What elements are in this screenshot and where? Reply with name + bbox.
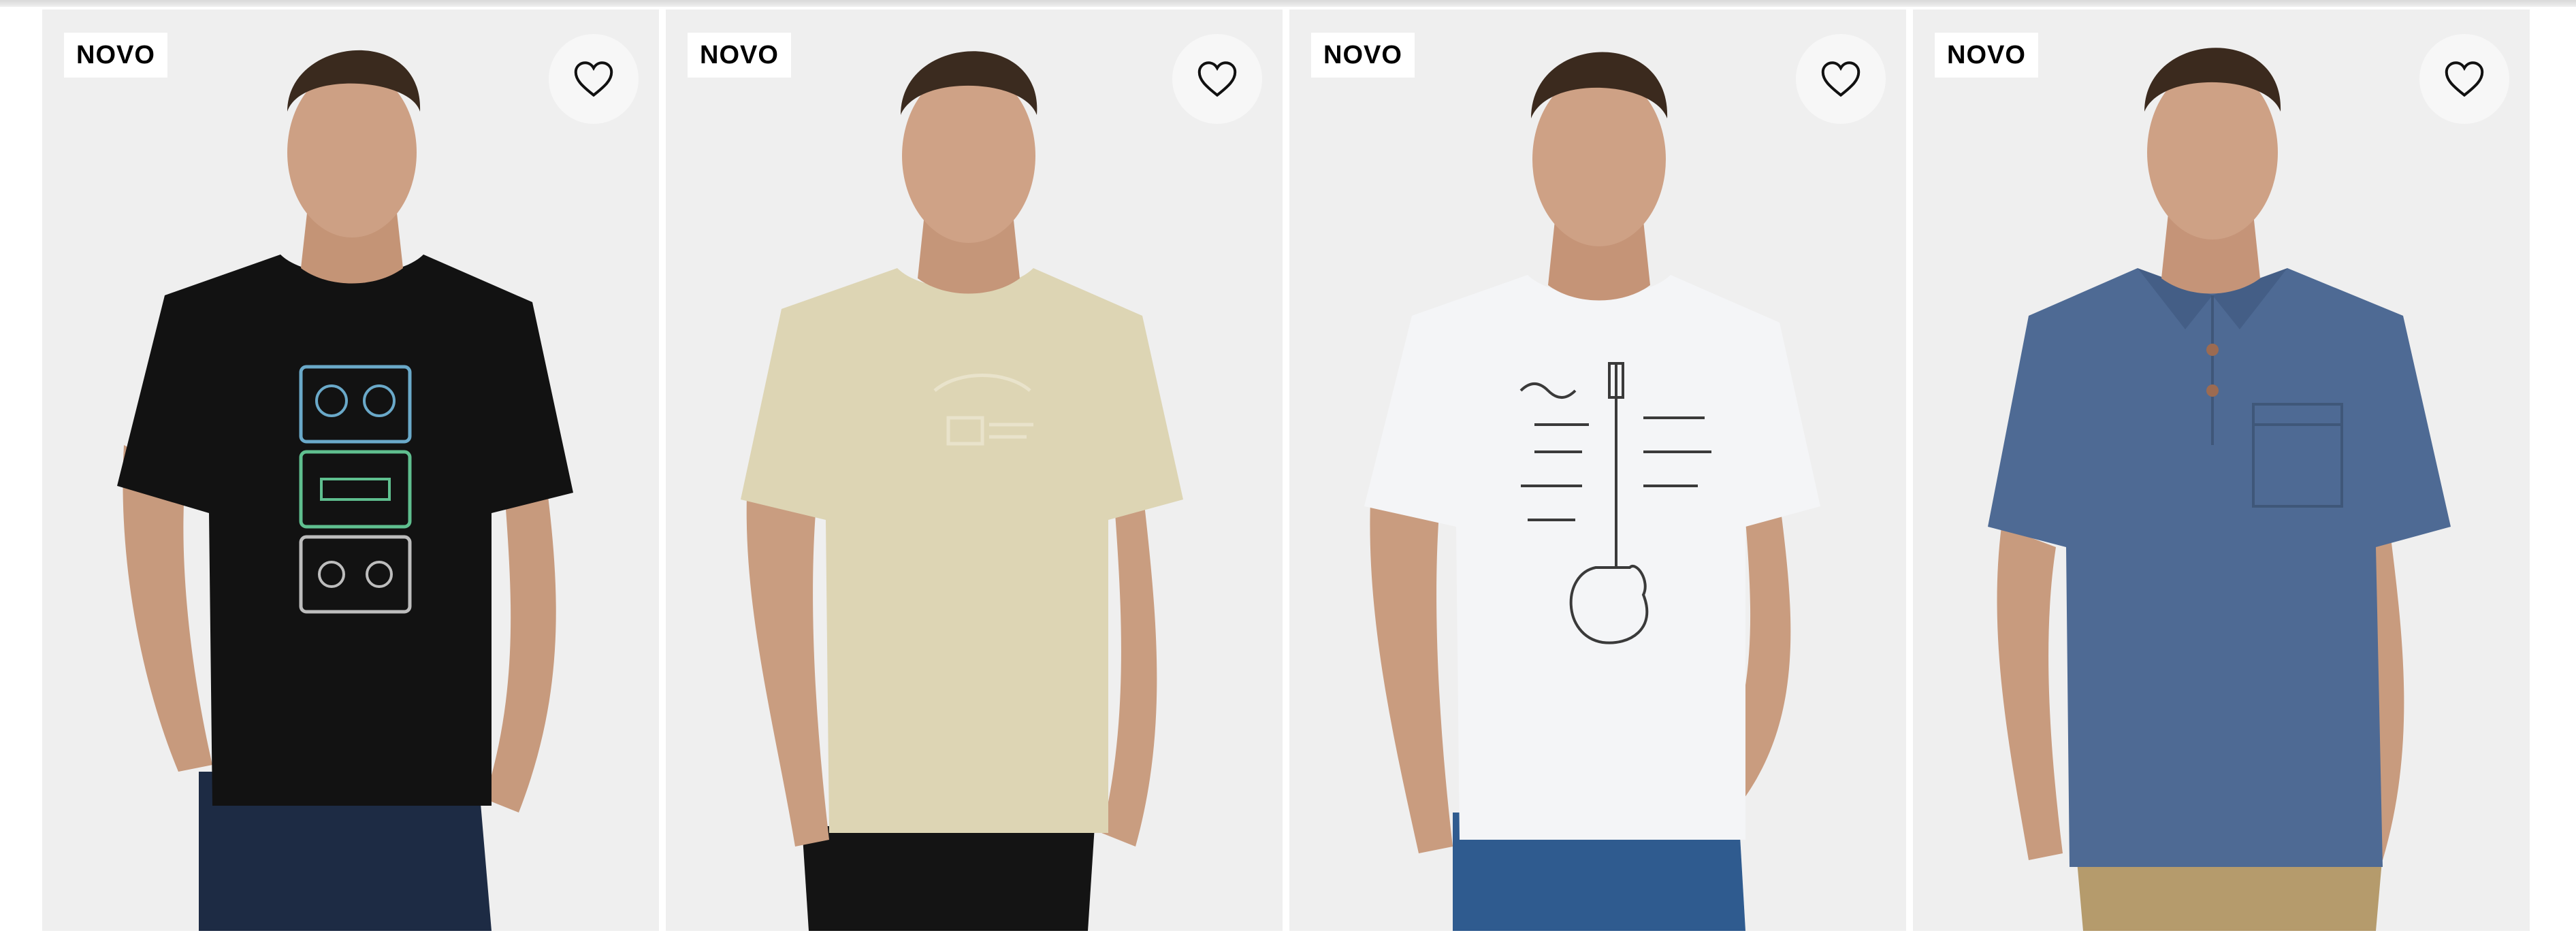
new-badge: NOVO	[64, 33, 167, 78]
favorite-button[interactable]	[549, 34, 639, 124]
top-divider	[0, 0, 2576, 7]
heart-outline-icon	[2445, 61, 2484, 97]
heart-outline-icon	[1821, 61, 1861, 97]
favorite-button[interactable]	[2419, 34, 2509, 124]
product-card-3[interactable]: NOVO	[1289, 10, 1906, 931]
favorite-button[interactable]	[1796, 34, 1886, 124]
product-grid: NOVO NOVO NOVO NOVO	[42, 10, 2530, 931]
new-badge: NOVO	[1311, 33, 1415, 78]
product-image-beige-tee[interactable]	[666, 10, 1283, 931]
product-image-blue-polo[interactable]	[1913, 10, 2530, 931]
product-image-black-tee[interactable]	[42, 10, 659, 931]
new-badge: NOVO	[1935, 33, 2038, 78]
product-image-white-tee[interactable]	[1289, 10, 1906, 931]
product-card-1[interactable]: NOVO	[42, 10, 659, 931]
product-card-4[interactable]: NOVO	[1913, 10, 2530, 931]
product-card-2[interactable]: NOVO	[666, 10, 1283, 931]
favorite-button[interactable]	[1172, 34, 1262, 124]
heart-outline-icon	[1197, 61, 1237, 97]
heart-outline-icon	[574, 61, 613, 97]
new-badge: NOVO	[688, 33, 791, 78]
